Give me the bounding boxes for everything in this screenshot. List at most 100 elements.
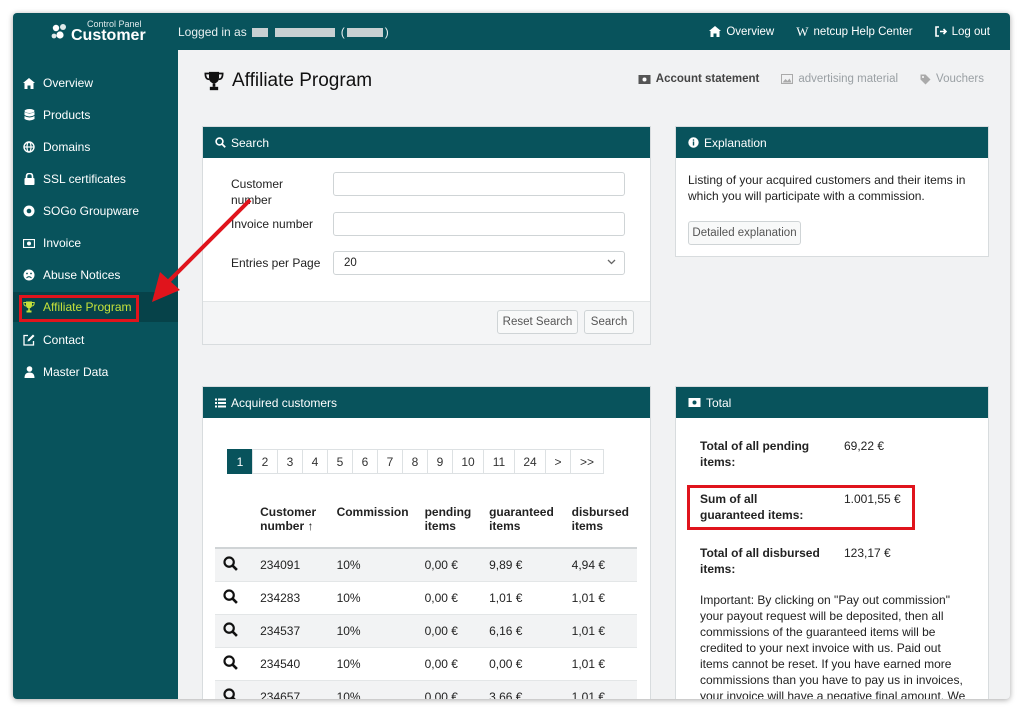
sidebar-item-overview[interactable]: Overview xyxy=(13,68,178,98)
page-link[interactable]: 7 xyxy=(377,449,403,474)
total-panel-header: Total xyxy=(676,387,988,418)
page-link[interactable]: 10 xyxy=(452,449,484,474)
globe-icon xyxy=(23,141,35,153)
sidebar-item-label: Invoice xyxy=(43,236,82,250)
page-link[interactable]: 5 xyxy=(327,449,353,474)
top-nav-help-center[interactable]: W netcup Help Center xyxy=(796,24,912,40)
main-content: Affiliate Program Account statement adve… xyxy=(178,50,1010,699)
subnav-label: Vouchers xyxy=(936,73,984,85)
guaranteed-items: 0,00 € xyxy=(481,647,564,681)
sidebar-item-master-data[interactable]: Master Data xyxy=(13,357,178,387)
search-icon xyxy=(215,137,226,148)
column-header xyxy=(215,499,253,549)
people-icon xyxy=(51,24,66,39)
paren-open: ( xyxy=(340,25,345,39)
view-customer-cell[interactable] xyxy=(215,581,253,615)
page-link[interactable]: 9 xyxy=(427,449,453,474)
sidebar-item-ssl[interactable]: SSL certificates xyxy=(13,164,178,194)
page-link[interactable]: 4 xyxy=(302,449,328,474)
view-customer-cell[interactable] xyxy=(215,614,253,648)
pending-items: 0,00 € xyxy=(416,547,482,582)
search-button[interactable]: Search xyxy=(584,310,634,334)
disbursed-items: 1,01 € xyxy=(563,647,637,681)
next-page-link[interactable]: > xyxy=(545,449,571,474)
sidebar-item-contact[interactable]: Contact xyxy=(13,325,178,355)
guaranteed-items: 3,66 € xyxy=(481,680,564,699)
info-icon xyxy=(688,137,699,148)
top-nav-logout[interactable]: Log out xyxy=(934,25,990,38)
subnav-vouchers[interactable]: Vouchers xyxy=(920,73,984,85)
top-nav-overview[interactable]: Overview xyxy=(709,26,774,38)
reset-search-button[interactable]: Reset Search xyxy=(497,310,578,334)
search-icon[interactable] xyxy=(223,556,238,571)
wikipedia-w-icon: W xyxy=(796,23,809,39)
money-icon xyxy=(638,74,651,84)
guaranteed-items: 1,01 € xyxy=(481,581,564,615)
subnav-label: Account statement xyxy=(655,73,760,85)
customer-number-input[interactable] xyxy=(333,172,625,196)
search-icon[interactable] xyxy=(223,589,238,604)
database-icon xyxy=(23,109,35,121)
page-link[interactable]: 24 xyxy=(514,449,546,474)
last-page-link[interactable]: >> xyxy=(570,449,604,474)
sidebar-item-label: SSL certificates xyxy=(43,172,126,186)
money-icon xyxy=(23,237,35,249)
money-icon xyxy=(688,398,701,407)
column-header[interactable]: guaranteed items xyxy=(481,499,564,549)
panel-title: Search xyxy=(231,135,270,150)
lock-icon xyxy=(23,173,35,185)
column-header[interactable]: pending items xyxy=(416,499,482,549)
subnav-label: advertising material xyxy=(798,73,899,85)
redacted-name xyxy=(275,28,336,38)
customer-number: 234540 xyxy=(252,647,329,681)
pending-items: 0,00 € xyxy=(416,647,482,681)
customer-number: 234091 xyxy=(252,547,329,582)
table-row: 234283 10% 0,00 € 1,01 € 1,01 € xyxy=(215,581,637,615)
subnav-account-statement[interactable]: Account statement xyxy=(638,73,760,85)
home-icon xyxy=(23,77,35,89)
important-note: Important: By clicking on "Pay out commi… xyxy=(700,593,966,699)
top-bar: Control Panel Customer Logged in as () O… xyxy=(13,13,1010,50)
page-link[interactable]: 3 xyxy=(277,449,303,474)
total-panel: Total Total of all pending items: 69,22 … xyxy=(675,386,989,699)
sidebar-item-label: Products xyxy=(43,108,91,122)
redacted-name xyxy=(252,28,269,38)
search-icon[interactable] xyxy=(223,655,238,670)
logged-in-info: Logged in as () xyxy=(178,25,389,39)
sidebar-item-label: Master Data xyxy=(43,365,109,379)
highlight-box xyxy=(19,295,139,322)
pending-total-label: Total of all pending items: xyxy=(700,439,810,469)
entries-per-page-select[interactable]: 20 xyxy=(333,251,625,275)
top-nav: Overview W netcup Help Center Log out xyxy=(709,13,990,50)
page-link[interactable]: 1 xyxy=(227,449,253,474)
top-nav-label: Log out xyxy=(951,25,990,38)
subnav-advertising-material[interactable]: advertising material xyxy=(781,73,898,85)
page-link[interactable]: 11 xyxy=(483,449,515,474)
sidebar-item-label: Contact xyxy=(43,333,85,347)
edit-icon xyxy=(23,334,35,346)
sidebar-item-products[interactable]: Products xyxy=(13,100,178,130)
page-title: Affiliate Program xyxy=(204,70,372,92)
search-icon[interactable] xyxy=(223,688,238,699)
user-icon xyxy=(23,366,35,378)
page-link[interactable]: 6 xyxy=(352,449,378,474)
detailed-explanation-button[interactable]: Detailed explanation xyxy=(688,221,801,245)
column-header[interactable]: Commission xyxy=(328,499,417,549)
search-icon[interactable] xyxy=(223,622,238,637)
view-customer-cell[interactable] xyxy=(215,547,253,582)
logo[interactable]: Control Panel Customer xyxy=(51,19,161,45)
logo-title: Customer xyxy=(71,27,146,44)
image-icon xyxy=(781,74,794,84)
page-link[interactable]: 2 xyxy=(252,449,278,474)
tag-icon xyxy=(920,74,931,84)
sidebar-item-domains[interactable]: Domains xyxy=(13,132,178,162)
invoice-number-input[interactable] xyxy=(333,212,625,236)
top-nav-label: Overview xyxy=(726,25,775,38)
page-link[interactable]: 8 xyxy=(402,449,428,474)
column-header-customer-number[interactable]: Customer number ↑ xyxy=(252,499,329,549)
sidebar-item-label: Overview xyxy=(43,76,94,90)
view-customer-cell[interactable] xyxy=(215,680,253,699)
column-header[interactable]: disbursed items xyxy=(563,499,637,549)
view-customer-cell[interactable] xyxy=(215,647,253,681)
annotation-arrow xyxy=(152,198,252,302)
